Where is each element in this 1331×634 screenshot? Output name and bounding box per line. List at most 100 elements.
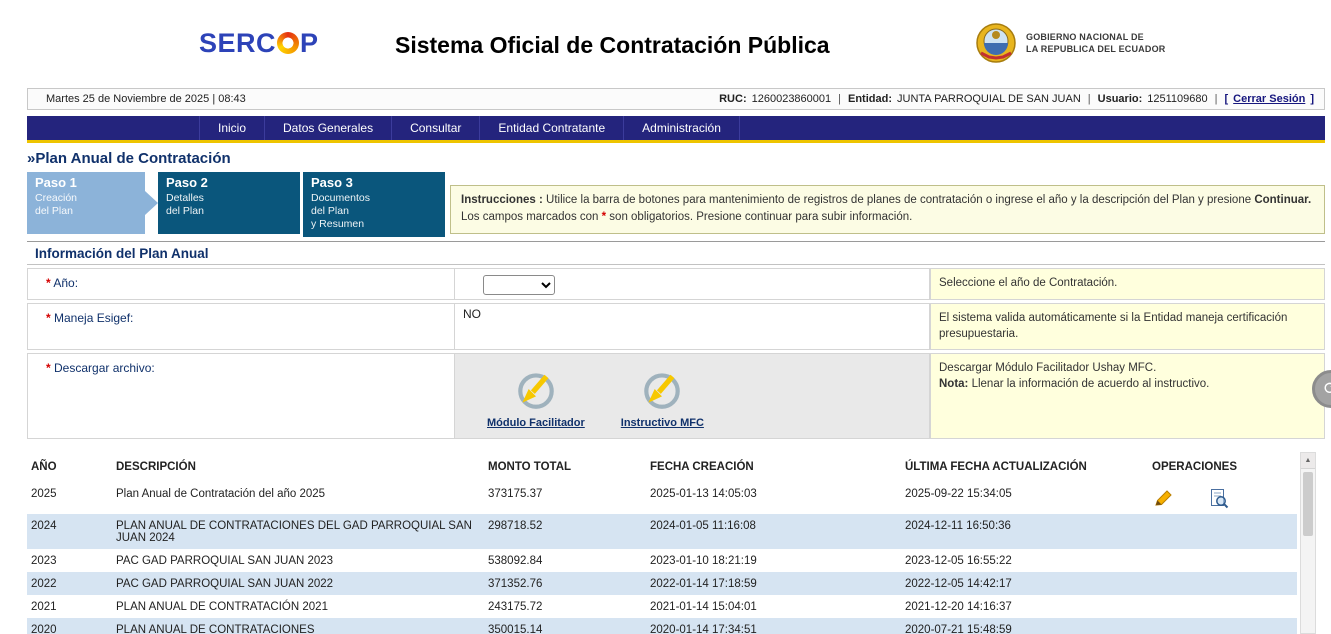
sercop-logo: SERC P (199, 28, 319, 59)
scrollbar[interactable]: ▲ (1300, 452, 1316, 634)
cell-operaciones (1148, 482, 1297, 514)
cell-operaciones (1148, 549, 1297, 572)
wizard-step-1[interactable]: Paso 1 Creación del Plan (27, 172, 145, 234)
cell-actualizacion: 2024-12-11 16:50:36 (901, 514, 1148, 549)
cell-operaciones (1148, 618, 1297, 634)
separator: | (838, 93, 841, 105)
step-1-line1: Creación (35, 192, 137, 205)
entity-label: Entidad: (848, 93, 892, 105)
table-header-row: AÑO DESCRIPCIÓN MONTO TOTAL FECHA CREACI… (27, 453, 1297, 482)
scrollbar-up-arrow-icon[interactable]: ▲ (1301, 453, 1315, 469)
nav-item-administracion[interactable]: Administración (624, 116, 740, 140)
instructions-text-3: son obligatorios. Presione continuar par… (606, 211, 912, 223)
nav-item-inicio[interactable]: Inicio (199, 116, 265, 140)
cell-ano: 2024 (27, 514, 112, 549)
step-3-title: Paso 3 (311, 175, 437, 190)
cell-monto: 373175.37 (484, 482, 646, 514)
required-asterisk: * (46, 311, 51, 325)
nav-item-entidad-contratante[interactable]: Entidad Contratante (480, 116, 624, 140)
government-label-line2: LA REPUBLICA DEL ECUADOR (1026, 43, 1165, 55)
government-label: GOBIERNO NACIONAL DE LA REPUBLICA DEL EC… (1026, 31, 1165, 55)
separator: | (1088, 93, 1091, 105)
modulo-facilitador-label[interactable]: Módulo Facilitador (487, 417, 585, 429)
year-select[interactable] (483, 275, 555, 295)
app-header: SERC P Sistema Oficial de Contratación Pú… (27, 0, 1325, 88)
cell-descripcion: PAC GAD PARROQUIAL SAN JUAN 2023 (112, 549, 484, 572)
col-header-operaciones: OPERACIONES (1148, 453, 1297, 482)
instructions-text-1: Utilice la barra de botones para manteni… (543, 194, 1255, 206)
table-row: 2024 PLAN ANUAL DE CONTRATACIONES DEL GA… (27, 514, 1297, 549)
esigef-value: NO (455, 303, 930, 349)
instructivo-mfc-label[interactable]: Instructivo MFC (621, 417, 704, 429)
session-info-bar: Martes 25 de Noviembre de 2025 | 08:43 R… (27, 88, 1325, 110)
wizard-steps-row: Paso 1 Creación del Plan Paso 2 Detalles… (27, 172, 1325, 237)
cell-ano: 2020 (27, 618, 112, 634)
section-title: Información del Plan Anual (27, 241, 1325, 265)
wizard-step-2[interactable]: Paso 2 Detalles del Plan (158, 172, 300, 234)
col-header-actualizacion: ÚLTIMA FECHA ACTUALIZACIÓN (901, 453, 1148, 482)
ushay-cursor-icon (639, 366, 685, 412)
cell-operaciones (1148, 514, 1297, 549)
ruc-value: 1260023860001 (752, 93, 832, 105)
edit-plan-button[interactable] (1154, 489, 1174, 507)
ushay-cursor-icon (513, 366, 559, 412)
view-document-icon (1210, 488, 1229, 509)
instructions-box: Instrucciones : Utilice la barra de boto… (450, 185, 1325, 234)
nav-item-datos-generales[interactable]: Datos Generales (265, 116, 392, 140)
instructions-label: Instrucciones : (461, 194, 543, 206)
cell-descripcion: PLAN ANUAL DE CONTRATACIONES DEL GAD PAR… (112, 514, 484, 549)
page-title: »Plan Anual de Contratación (27, 143, 1325, 172)
esigef-label: * Maneja Esigef: (27, 303, 455, 349)
scrollbar-thumb[interactable] (1303, 472, 1313, 536)
current-datetime: Martes 25 de Noviembre de 2025 | 08:43 (46, 93, 246, 105)
wizard-step-3[interactable]: Paso 3 Documentos del Plan y Resumen (303, 172, 445, 237)
step-3-line1: Documentos (311, 192, 437, 205)
form-row-esigef: * Maneja Esigef: NO El sistema valida au… (27, 303, 1325, 349)
cell-monto: 371352.76 (484, 572, 646, 595)
descargar-label: * Descargar archivo: (27, 353, 455, 439)
cell-actualizacion: 2020-07-21 15:48:59 (901, 618, 1148, 634)
descargar-note-line1: Descargar Módulo Facilitador Ushay MFC. (939, 360, 1316, 376)
session-details: RUC: 1260023860001 | Entidad: JUNTA PARR… (719, 93, 1314, 105)
table-row: 2025 Plan Anual de Contratación del año … (27, 482, 1297, 514)
cell-creacion: 2023-01-10 18:21:19 (646, 549, 901, 572)
table-row: 2022 PAC GAD PARROQUIAL SAN JUAN 2022 37… (27, 572, 1297, 595)
instructions-text-2: Los campos marcados con (461, 211, 602, 223)
main-nav: Inicio Datos Generales Consultar Entidad… (27, 116, 1325, 140)
col-header-creacion: FECHA CREACIÓN (646, 453, 901, 482)
user-label: Usuario: (1098, 93, 1143, 105)
user-value: 1251109680 (1147, 93, 1207, 105)
logout-link[interactable]: Cerrar Sesión (1233, 93, 1305, 105)
cell-descripcion: Plan Anual de Contratación del año 2025 (112, 482, 484, 514)
cell-actualizacion: 2023-12-05 16:55:22 (901, 549, 1148, 572)
system-title: Sistema Oficial de Contratación Pública (395, 32, 830, 59)
instructivo-mfc-link[interactable]: Instructivo MFC (621, 366, 704, 429)
modulo-facilitador-link[interactable]: Módulo Facilitador (487, 366, 585, 429)
plans-table: AÑO DESCRIPCIÓN MONTO TOTAL FECHA CREACI… (27, 453, 1297, 634)
cell-monto: 243175.72 (484, 595, 646, 618)
page-container: SERC P Sistema Oficial de Contratación Pú… (27, 0, 1325, 634)
nav-item-consultar[interactable]: Consultar (392, 116, 480, 140)
view-plan-button[interactable] (1210, 488, 1229, 509)
ano-input-cell (455, 268, 930, 300)
required-asterisk: * (46, 361, 51, 375)
cell-monto: 538092.84 (484, 549, 646, 572)
cell-ano: 2022 (27, 572, 112, 595)
required-asterisk: * (46, 276, 51, 290)
logo-text-left: SERC (199, 28, 276, 58)
logo-text-right: P (300, 28, 319, 58)
logout-bracket-close: ] (1310, 93, 1314, 105)
ruc-label: RUC: (719, 93, 747, 105)
table-row: 2020 PLAN ANUAL DE CONTRATACIONES 350015… (27, 618, 1297, 634)
government-brand: GOBIERNO NACIONAL DE LA REPUBLICA DEL EC… (975, 22, 1165, 64)
form-row-descargar: * Descargar archivo: Módulo Facilitador (27, 353, 1325, 439)
descargar-note: Descargar Módulo Facilitador Ushay MFC. … (930, 353, 1325, 439)
cell-monto: 298718.52 (484, 514, 646, 549)
step-3-line2: del Plan (311, 205, 437, 218)
cell-creacion: 2024-01-05 11:16:08 (646, 514, 901, 549)
cell-ano: 2021 (27, 595, 112, 618)
cell-ano: 2023 (27, 549, 112, 572)
cell-operaciones (1148, 595, 1297, 618)
descargar-note-line2: Nota: Llenar la información de acuerdo a… (939, 376, 1316, 392)
government-label-line1: GOBIERNO NACIONAL DE (1026, 31, 1165, 43)
